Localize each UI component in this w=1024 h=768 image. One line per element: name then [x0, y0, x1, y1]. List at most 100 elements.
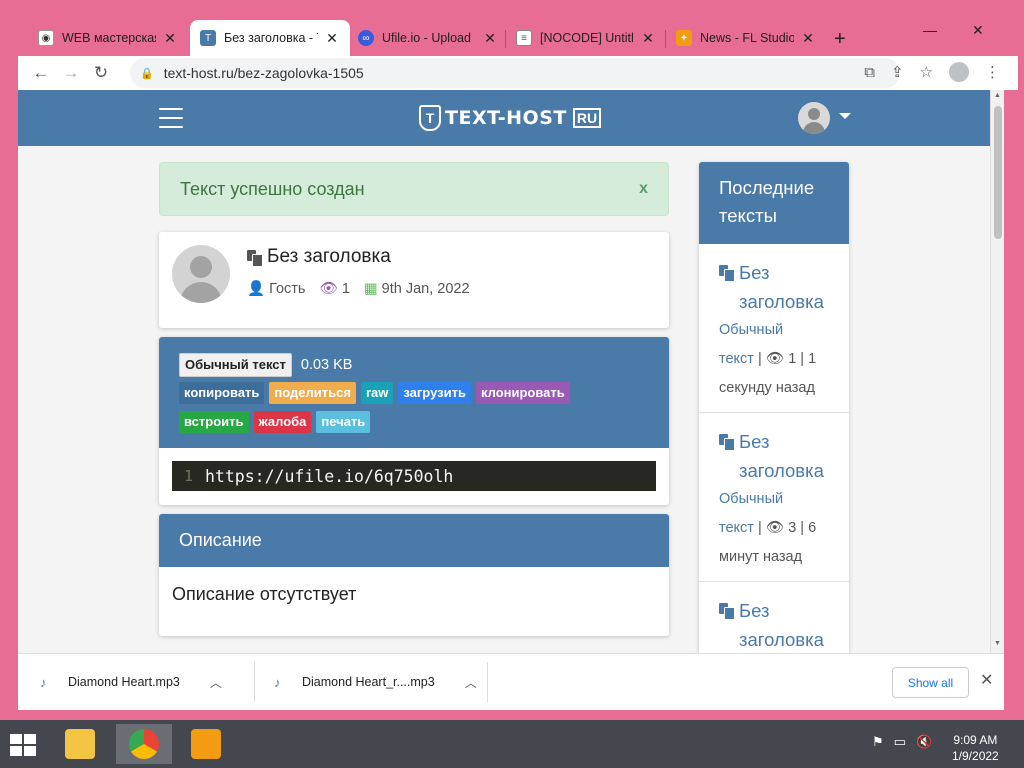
recent-text-ago: секунду назад: [719, 380, 815, 396]
new-tab-button[interactable]: +: [834, 28, 846, 51]
report-button[interactable]: жалоба: [253, 411, 312, 433]
show-all-button[interactable]: Show all: [892, 667, 969, 698]
share-icon[interactable]: ⇪: [891, 63, 904, 81]
volume-muted-icon[interactable]: 🔇: [916, 734, 932, 750]
back-icon[interactable]: ←: [26, 63, 56, 83]
user-avatar[interactable]: [798, 102, 830, 134]
recent-texts-sidebar: Последние тексты Без заголовка Обычный тек…: [699, 162, 849, 653]
paste-author: Гость: [269, 281, 306, 297]
taskbar-fl-studio[interactable]: [178, 724, 234, 764]
chrome-icon: [129, 729, 159, 759]
download-button[interactable]: загрузить: [398, 382, 471, 404]
description-body: Описание отсутствует: [172, 584, 357, 604]
recent-text-stats: | 👁 1 | 1: [753, 351, 817, 367]
recent-text-title[interactable]: Без заголовка: [719, 258, 829, 316]
tab-strip: ◉ WEB мастерская ✕ T Без заголовка - Т ✕…: [18, 14, 1018, 56]
sidebar-heading: Последние тексты: [699, 162, 849, 244]
calendar-icon: ▦: [363, 280, 378, 297]
tab-fl-studio-news[interactable]: ✦ News - FL Studio ✕: [666, 20, 826, 56]
windows-taskbar: ⚑ ▭ 🔇 9:09 AM 1/9/2022: [0, 720, 1024, 768]
clone-button[interactable]: клонировать: [475, 382, 570, 404]
recent-text-stats: | 👁 3 | 6: [753, 520, 817, 536]
flag-icon[interactable]: ⚑: [872, 734, 884, 750]
alert-message: Текст успешно создан: [180, 178, 365, 199]
logo-suffix: RU: [572, 108, 602, 128]
print-button[interactable]: печать: [316, 411, 371, 433]
chevron-up-icon[interactable]: ︿: [210, 674, 222, 691]
paste-meta-card: Без заголовка 👤 Гость 👁 1 ▦ 9th Jan, 2022: [159, 232, 669, 328]
logo-text: TEXT-HOST: [445, 107, 567, 129]
close-tab-icon[interactable]: ✕: [800, 30, 816, 47]
paste-size: 0.03 KB: [300, 357, 353, 373]
profile-icon[interactable]: [949, 62, 969, 82]
tab-web-masterskaya[interactable]: ◉ WEB мастерская ✕: [28, 20, 188, 56]
embed-button[interactable]: встроить: [179, 411, 249, 433]
description-heading: Описание: [159, 514, 669, 567]
download-separator: [487, 662, 488, 702]
recent-text-title[interactable]: Без заголовка: [719, 596, 829, 653]
recent-text-title[interactable]: Без заголовка: [719, 427, 829, 485]
code-line[interactable]: https://ufile.io/6q750olh: [205, 467, 453, 486]
code-block[interactable]: 1 https://ufile.io/6q750olh: [172, 461, 656, 491]
close-tab-icon[interactable]: ✕: [640, 30, 656, 47]
share-button[interactable]: поделиться: [269, 382, 356, 404]
download-filename: Diamond Heart.mp3: [68, 675, 180, 689]
description-card: Описание Описание отсутствует: [159, 514, 669, 636]
windows-start-icon[interactable]: [10, 734, 36, 756]
download-item[interactable]: ♪ Diamond Heart_r....mp3 ︿: [274, 662, 477, 702]
close-tab-icon[interactable]: ✕: [482, 30, 498, 47]
music-file-icon: ♪: [274, 674, 281, 690]
copy-icon: [719, 434, 735, 451]
taskbar-clock[interactable]: 9:09 AM 1/9/2022: [952, 732, 999, 764]
site-navbar: T TEXT-HOST RU: [18, 90, 990, 146]
tab-bez-zagolovka[interactable]: T Без заголовка - Т ✕: [190, 20, 350, 56]
system-tray: ⚑ ▭ 🔇: [872, 734, 932, 750]
address-text: text-host.ru/bez-zagolovka-1505: [163, 65, 364, 81]
scroll-down-icon[interactable]: ▼: [994, 640, 1001, 647]
close-downloads-icon[interactable]: ✕: [980, 670, 993, 690]
tab-nocode[interactable]: ≡ [NOCODE] Untitle ✕: [506, 20, 666, 56]
syntax-badge: Обычный текст: [179, 353, 292, 377]
chevron-up-icon[interactable]: ︿: [465, 674, 477, 691]
address-bar[interactable]: 🔒 text-host.ru/bez-zagolovka-1505: [130, 58, 900, 88]
paste-meta-line: 👤 Гость 👁 1 ▦ 9th Jan, 2022: [247, 280, 470, 298]
fl-studio-favicon-icon: ✦: [676, 30, 692, 46]
menu-kebab-icon[interactable]: ⋮: [985, 63, 1000, 81]
download-item[interactable]: ♪ Diamond Heart.mp3 ︿: [40, 662, 222, 702]
paste-title: Без заголовка: [247, 246, 391, 268]
forward-icon[interactable]: →: [56, 63, 86, 83]
author-avatar: [172, 245, 230, 303]
paste-content-card: Обычный текст 0.03 KB копировать поделит…: [159, 337, 669, 505]
close-tab-icon[interactable]: ✕: [162, 30, 178, 47]
recent-text-item[interactable]: Без заголовка Обычный текст | 👁 1 | 1 секу…: [699, 244, 849, 413]
close-window-icon[interactable]: ✕: [972, 22, 984, 39]
network-icon[interactable]: ▭: [894, 734, 906, 750]
minimize-icon[interactable]: —: [923, 22, 937, 38]
close-tab-icon[interactable]: ✕: [324, 30, 340, 47]
reload-icon[interactable]: ↻: [86, 63, 116, 83]
page-scrollbar[interactable]: ▲ ▼: [990, 90, 1004, 653]
recent-text-item[interactable]: Без заголовка: [699, 582, 849, 653]
scrollbar-thumb[interactable]: [994, 106, 1002, 239]
recent-text-item[interactable]: Без заголовка Обычный текст | 👁 3 | 6 мину…: [699, 413, 849, 582]
bookmark-star-icon[interactable]: ☆: [920, 63, 933, 81]
caret-down-icon[interactable]: [839, 113, 851, 119]
copy-button[interactable]: копировать: [179, 382, 265, 404]
copy-icon: [247, 249, 263, 267]
scroll-up-icon[interactable]: ▲: [994, 92, 1001, 99]
paste-toolbar: Обычный текст 0.03 KB копировать поделит…: [159, 337, 669, 448]
tab-ufile[interactable]: ∞ Ufile.io - Upload ✕: [348, 20, 508, 56]
recent-text-info: Обычный текст | 👁 1 | 1 секунду назад: [719, 316, 829, 403]
raw-button[interactable]: raw: [360, 382, 394, 404]
alert-close-button[interactable]: x: [639, 180, 648, 198]
copy-icon: [719, 265, 735, 282]
site-logo[interactable]: T TEXT-HOST RU: [419, 104, 602, 132]
translate-icon[interactable]: ⧉: [864, 64, 875, 81]
copy-icon: [719, 603, 735, 620]
taskbar-chrome[interactable]: [116, 724, 172, 764]
document-favicon-icon: ≡: [516, 30, 532, 46]
paste-date: 9th Jan, 2022: [381, 280, 470, 297]
hamburger-menu-icon[interactable]: [159, 108, 183, 128]
music-file-icon: ♪: [40, 674, 47, 690]
taskbar-file-explorer[interactable]: [52, 724, 108, 764]
